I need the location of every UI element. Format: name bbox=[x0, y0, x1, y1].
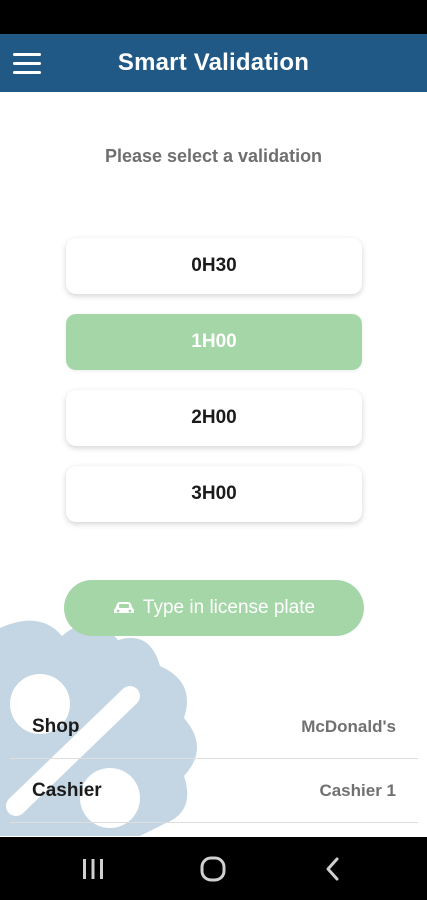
app-title: Smart Validation bbox=[117, 49, 310, 76]
validation-option-1h00[interactable]: 1H00 bbox=[66, 314, 362, 370]
cashier-value: Cashier 1 bbox=[319, 780, 396, 800]
validation-option-0h30[interactable]: 0H30 bbox=[66, 238, 362, 294]
validation-option-2h00[interactable]: 2H00 bbox=[66, 390, 362, 446]
car-icon bbox=[113, 602, 134, 613]
status-bar bbox=[0, 0, 427, 34]
recent-apps-icon[interactable] bbox=[73, 853, 113, 885]
info-row-shop: Shop McDonald's bbox=[10, 695, 418, 759]
app-bar: Smart Validation bbox=[0, 34, 427, 92]
validation-option-3h00[interactable]: 3H00 bbox=[66, 466, 362, 522]
shop-value: McDonald's bbox=[301, 716, 396, 736]
validation-options: 0H30 1H00 2H00 3H00 bbox=[66, 238, 362, 542]
hamburger-menu-icon[interactable] bbox=[10, 47, 44, 79]
info-row-cashier: Cashier Cashier 1 bbox=[10, 759, 418, 823]
type-license-plate-label: Type in license plate bbox=[142, 597, 316, 618]
back-icon[interactable] bbox=[313, 853, 353, 885]
cashier-label: Cashier bbox=[32, 779, 102, 801]
system-nav-bar bbox=[0, 837, 427, 900]
shop-label: Shop bbox=[32, 715, 80, 737]
home-icon[interactable] bbox=[193, 853, 233, 885]
validation-prompt: Please select a validation bbox=[104, 146, 323, 166]
info-list: Shop McDonald's Cashier Cashier 1 bbox=[10, 695, 418, 823]
type-license-plate-button[interactable]: Type in license plate bbox=[64, 580, 364, 636]
